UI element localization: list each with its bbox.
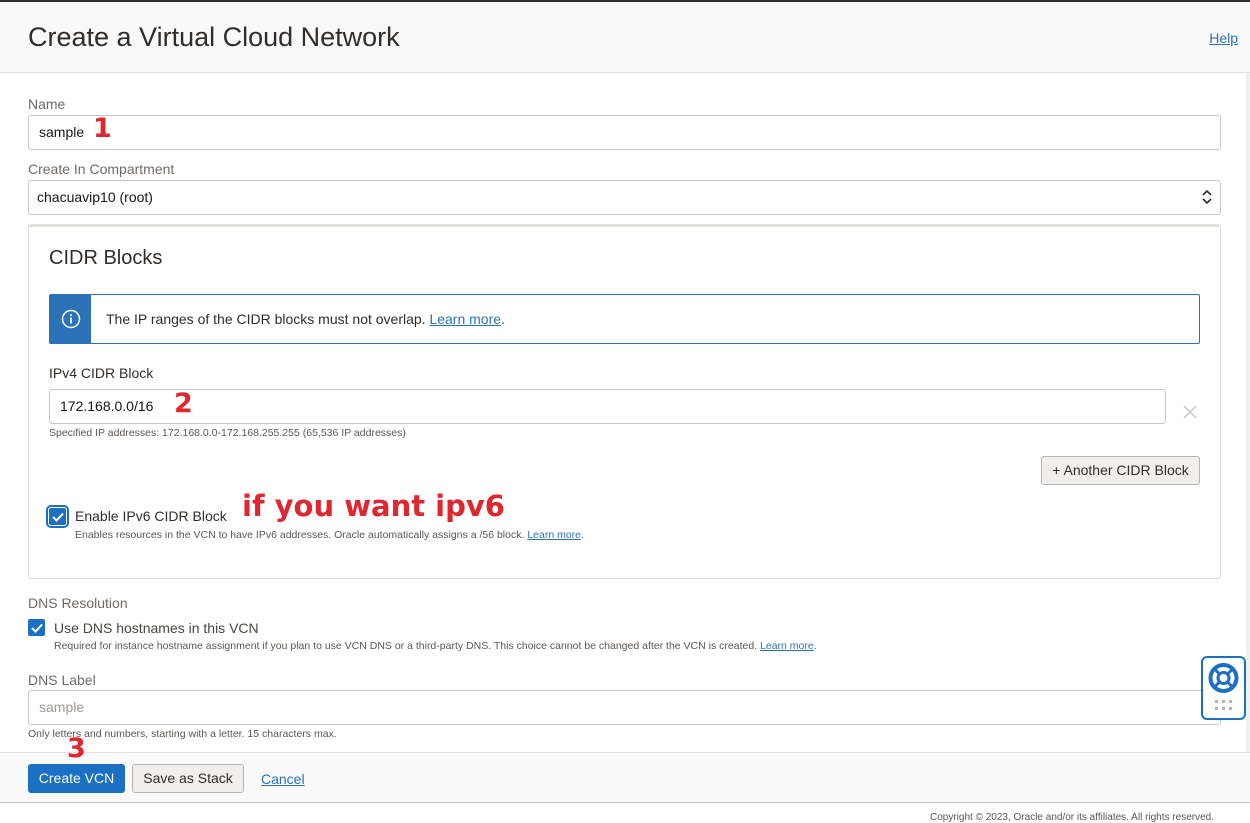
dns-hostnames-hint: Required for instance hostname assignmen… <box>54 640 817 652</box>
bottom-bar: Copyright © 2023, Oracle and/or its affi… <box>0 802 1250 823</box>
ipv4-cidr-input[interactable]: 172.168.0.0/16 <box>49 389 1166 424</box>
drag-handle-icon <box>1215 700 1232 710</box>
cidr-blocks-title: CIDR Blocks <box>49 247 163 269</box>
scrollbar[interactable] <box>1246 73 1250 753</box>
dns-hostnames-label: Use DNS hostnames in this VCN <box>54 620 259 636</box>
info-icon <box>61 309 80 329</box>
cidr-info-box: The IP ranges of the CIDR blocks must no… <box>49 294 1200 344</box>
dns-learn-more-link[interactable]: Learn more <box>760 640 814 652</box>
ipv6-hint-text: Enables resources in the VCN to have IPv… <box>75 529 525 541</box>
enable-ipv6-checkbox[interactable] <box>46 505 69 528</box>
copyright-text: Copyright © 2023, Oracle and/or its affi… <box>930 812 1214 823</box>
dns-resolution-label: DNS Resolution <box>28 595 128 611</box>
dns-label-input[interactable]: sample <box>28 690 1221 725</box>
help-widget[interactable] <box>1201 656 1246 720</box>
add-cidr-block-button[interactable]: + Another CIDR Block <box>1041 456 1200 485</box>
cidr-info-learn-more-link[interactable]: Learn more <box>429 311 501 327</box>
cidr-info-message: The IP ranges of the CIDR blocks must no… <box>106 311 426 327</box>
name-label: Name <box>28 96 66 112</box>
ipv6-learn-more-link[interactable]: Learn more <box>527 529 581 541</box>
ipv4-cidr-label: IPv4 CIDR Block <box>49 365 154 381</box>
annotation-1: 1 <box>93 113 112 144</box>
dns-hint-text: Required for instance hostname assignmen… <box>54 640 758 652</box>
compartment-selected-value: chacuavip10 (root) <box>37 189 153 205</box>
dns-hostnames-checkbox[interactable] <box>28 619 45 636</box>
ipv6-hint-period: . <box>581 529 584 541</box>
page-header: Create a Virtual Cloud Network Help <box>0 2 1250 73</box>
info-strip <box>50 295 91 343</box>
dns-hint-period: . <box>813 640 817 652</box>
lifebuoy-icon <box>1208 663 1239 710</box>
dns-label-label: DNS Label <box>28 672 96 688</box>
cidr-blocks-panel: CIDR Blocks The IP ranges of the CIDR bl… <box>28 224 1221 579</box>
enable-ipv6-label: Enable IPv6 CIDR Block <box>75 508 227 524</box>
create-vcn-button[interactable]: Create VCN <box>28 764 125 793</box>
cancel-link[interactable]: Cancel <box>261 771 305 787</box>
save-as-stack-button[interactable]: Save as Stack <box>132 764 244 793</box>
checkmark-icon <box>51 512 64 522</box>
annotation-ipv6-note: if you want ipv6 <box>242 489 505 523</box>
page-title: Create a Virtual Cloud Network <box>28 22 400 52</box>
annotation-2: 2 <box>174 388 193 419</box>
ipv4-cidr-hint: Specified IP addresses: 172.168.0.0-172.… <box>49 427 406 439</box>
checkmark-icon <box>30 623 43 633</box>
name-input[interactable]: sample <box>28 115 1221 150</box>
compartment-select[interactable]: chacuavip10 (root) <box>28 180 1221 215</box>
enable-ipv6-hint: Enables resources in the VCN to have IPv… <box>75 529 584 541</box>
compartment-label: Create In Compartment <box>28 161 175 177</box>
cidr-info-text: The IP ranges of the CIDR blocks must no… <box>106 311 505 327</box>
remove-cidr-icon[interactable] <box>1182 404 1198 420</box>
help-link[interactable]: Help <box>1209 30 1238 46</box>
select-updown-icon <box>1202 189 1212 205</box>
annotation-3: 3 <box>67 733 86 764</box>
info-period: . <box>501 311 505 327</box>
